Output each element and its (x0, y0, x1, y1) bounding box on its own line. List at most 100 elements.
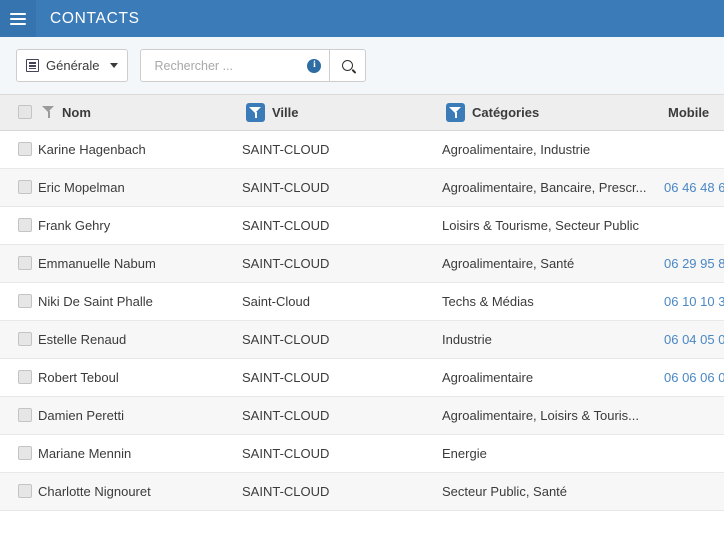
cell-ville: SAINT-CLOUD (242, 255, 330, 271)
cell-categories: Agroalimentaire (442, 369, 534, 385)
cell-categories: Energie (442, 445, 487, 461)
table-row[interactable]: Robert Teboul SAINT-CLOUD Agroalimentaire 0… (0, 358, 724, 396)
page-title: CONTACTS (50, 9, 140, 27)
column-header-ville[interactable]: Ville (242, 95, 442, 131)
table-row[interactable]: Frank Gehry SAINT-CLOUD Loisirs & Tourisme… (0, 206, 724, 244)
table-body: Karine Hagenbach SAINT-CLOUD Agroalimentai… (0, 130, 724, 510)
column-header-categories-label: Catégories (472, 104, 540, 120)
column-header-mobile[interactable]: Mobile (664, 95, 724, 131)
app-header: CONTACTS (0, 0, 724, 37)
column-header-nom-label: Nom (62, 104, 91, 120)
cell-nom: Niki De Saint Phalle (38, 293, 153, 309)
cell-categories: Techs & Médias (442, 293, 534, 309)
filter-funnel-icon[interactable] (42, 106, 55, 119)
search-input[interactable] (152, 57, 308, 74)
row-checkbox[interactable] (18, 180, 32, 194)
view-selector-dropdown[interactable]: Générale (16, 49, 129, 82)
table-row[interactable]: Emmanuelle Nabum SAINT-CLOUD Agroalimentai… (0, 244, 724, 282)
cell-nom: Mariane Mennin (38, 445, 132, 461)
cell-categories: Agroalimentaire, Bancaire, Prescr... (442, 179, 647, 195)
cell-ville: Saint-Cloud (242, 293, 310, 309)
cell-nom: Eric Mopelman (38, 179, 125, 195)
filter-funnel-active-icon[interactable] (246, 102, 265, 122)
info-icon[interactable]: i (307, 58, 322, 73)
cell-nom: Charlotte Nignouret (38, 483, 151, 499)
row-checkbox[interactable] (18, 370, 32, 384)
cell-ville: SAINT-CLOUD (242, 217, 330, 233)
cell-categories: Agroalimentaire, Santé (442, 255, 575, 271)
list-view-icon (26, 59, 39, 72)
row-select-cell (0, 168, 38, 206)
cell-ville: SAINT-CLOUD (242, 407, 330, 423)
row-select-cell (0, 206, 38, 244)
search-field-wrapper[interactable]: i (140, 49, 331, 82)
row-select-cell (0, 320, 38, 358)
row-checkbox[interactable] (18, 446, 32, 460)
cell-ville: SAINT-CLOUD (242, 445, 330, 461)
hamburger-icon (10, 12, 26, 25)
view-selector-label: Générale (46, 58, 100, 73)
column-header-nom[interactable]: Nom (38, 95, 242, 131)
cell-mobile[interactable] (664, 472, 724, 510)
row-select-cell (0, 358, 38, 396)
table-header-row: Nom Ville Catégories Mobile (0, 95, 724, 131)
row-checkbox[interactable] (18, 332, 32, 346)
search-group: i (140, 49, 367, 82)
cell-mobile[interactable] (664, 434, 724, 472)
search-icon (342, 60, 354, 71)
cell-mobile[interactable]: 06 04 05 0 (664, 320, 724, 358)
row-select-cell (0, 244, 38, 282)
table-row[interactable]: Mariane Mennin SAINT-CLOUD Energie (0, 434, 724, 472)
cell-mobile[interactable]: 06 29 95 8 (664, 244, 724, 282)
search-toolbar: Générale i (0, 37, 724, 95)
cell-mobile[interactable] (664, 130, 724, 168)
table-row[interactable]: Damien Peretti SAINT-CLOUD Agroalimentaire… (0, 396, 724, 434)
row-checkbox[interactable] (18, 408, 32, 422)
cell-ville: SAINT-CLOUD (242, 141, 330, 157)
cell-categories: Loisirs & Tourisme, Secteur Public (442, 217, 640, 233)
row-select-cell (0, 472, 38, 510)
table-header: Nom Ville Catégories Mobile (0, 95, 724, 131)
column-header-mobile-label: Mobile (668, 104, 710, 120)
hamburger-menu-button[interactable] (0, 0, 36, 37)
cell-nom: Estelle Renaud (38, 331, 127, 347)
cell-nom: Karine Hagenbach (38, 141, 146, 157)
select-all-header (0, 95, 38, 131)
row-select-cell (0, 282, 38, 320)
row-checkbox[interactable] (18, 256, 32, 270)
row-select-cell (0, 130, 38, 168)
row-checkbox[interactable] (18, 484, 32, 498)
column-header-ville-label: Ville (272, 104, 299, 120)
table-row[interactable]: Karine Hagenbach SAINT-CLOUD Agroalimentai… (0, 130, 724, 168)
chevron-down-icon (110, 63, 119, 68)
cell-mobile[interactable] (664, 206, 724, 244)
table-row[interactable]: Estelle Renaud SAINT-CLOUD Industrie 06 04 … (0, 320, 724, 358)
column-header-categories[interactable]: Catégories (442, 95, 664, 131)
table-row[interactable]: Niki De Saint Phalle Saint-Cloud Techs & M… (0, 282, 724, 320)
table-row[interactable]: Eric Mopelman SAINT-CLOUD Agroalimentaire,… (0, 168, 724, 206)
cell-ville: SAINT-CLOUD (242, 369, 330, 385)
cell-categories: Agroalimentaire, Loisirs & Touris... (442, 407, 640, 423)
search-button[interactable] (330, 49, 367, 82)
cell-categories: Agroalimentaire, Industrie (442, 141, 591, 157)
cell-categories: Industrie (442, 331, 492, 347)
cell-mobile[interactable] (664, 396, 724, 434)
contacts-grid: Nom Ville Catégories Mobile Karine Hagen… (0, 95, 724, 535)
cell-mobile[interactable]: 06 46 48 6 (664, 168, 724, 206)
cell-ville: SAINT-CLOUD (242, 331, 330, 347)
table-row[interactable]: Charlotte Nignouret SAINT-CLOUD Secteur Pu… (0, 472, 724, 510)
cell-nom: Frank Gehry (38, 217, 111, 233)
row-select-cell (0, 396, 38, 434)
cell-nom: Robert Teboul (38, 369, 119, 385)
filter-funnel-active-icon[interactable] (446, 102, 465, 122)
row-checkbox[interactable] (18, 218, 32, 232)
row-checkbox[interactable] (18, 142, 32, 156)
cell-ville: SAINT-CLOUD (242, 179, 330, 195)
cell-nom: Damien Peretti (38, 407, 124, 423)
select-all-checkbox[interactable] (18, 105, 32, 120)
cell-ville: SAINT-CLOUD (242, 483, 330, 499)
cell-mobile[interactable]: 06 06 06 0 (664, 358, 724, 396)
row-checkbox[interactable] (18, 294, 32, 308)
contacts-table: Nom Ville Catégories Mobile Karine Hagen… (0, 95, 724, 511)
cell-mobile[interactable]: 06 10 10 3 (664, 282, 724, 320)
